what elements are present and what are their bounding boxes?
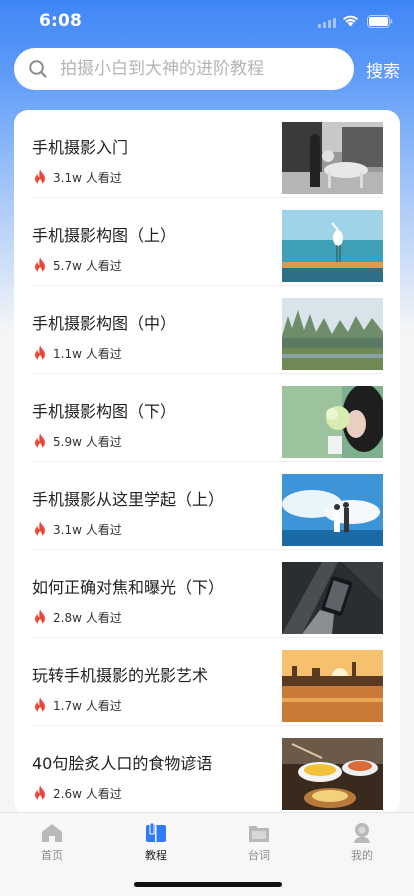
search-icon bbox=[29, 60, 47, 78]
search-box[interactable] bbox=[14, 48, 354, 90]
item-title: 手机摄影构图（上） bbox=[32, 226, 177, 245]
status-bar: 6:08 bbox=[0, 0, 414, 44]
battery-icon bbox=[367, 15, 393, 28]
list-item[interactable]: 手机摄影构图（中） 1.1w 人看过 bbox=[14, 286, 400, 374]
view-count: 3.1w 人看过 bbox=[53, 523, 122, 537]
view-count: 2.6w 人看过 bbox=[53, 787, 122, 801]
folder-icon bbox=[249, 826, 269, 842]
list-item[interactable]: 如何正确对焦和曝光（下） 2.8w 人看过 bbox=[14, 550, 400, 638]
thumbnail-image bbox=[282, 122, 383, 194]
book-icon bbox=[146, 822, 166, 842]
view-count: 1.7w 人看过 bbox=[53, 699, 122, 713]
item-title: 手机摄影构图（中） bbox=[32, 314, 177, 333]
fire-icon bbox=[35, 169, 45, 185]
fire-icon bbox=[35, 697, 45, 713]
thumbnail-image bbox=[282, 298, 383, 370]
list-item[interactable]: 手机摄影构图（上） 5.7w 人看过 bbox=[14, 198, 400, 286]
fire-icon bbox=[35, 345, 45, 361]
item-title: 40句脍炙人口的食物谚语 bbox=[32, 754, 213, 773]
tab-home[interactable]: 首页 bbox=[0, 813, 104, 863]
item-title: 手机摄影从这里学起（上） bbox=[32, 490, 225, 509]
fire-icon bbox=[35, 521, 45, 537]
thumbnail-image bbox=[282, 474, 383, 546]
profile-icon bbox=[354, 823, 370, 843]
list-item[interactable]: 40句脍炙人口的食物谚语 2.6w 人看过 bbox=[14, 726, 400, 814]
fire-icon bbox=[35, 785, 45, 801]
tab-label: 我的 bbox=[351, 849, 373, 862]
search-bar: 搜索 bbox=[0, 48, 414, 90]
list-item[interactable]: 手机摄影从这里学起（上） 3.1w 人看过 bbox=[14, 462, 400, 550]
tab-label: 教程 bbox=[145, 849, 167, 862]
tab-profile[interactable]: 我的 bbox=[310, 813, 414, 863]
tab-lines[interactable]: 台词 bbox=[207, 813, 311, 863]
status-time: 6:08 bbox=[39, 11, 83, 31]
list-item[interactable]: 手机摄影入门 3.1w 人看过 bbox=[14, 110, 400, 198]
search-input[interactable] bbox=[60, 48, 345, 90]
home-indicator bbox=[134, 882, 282, 887]
item-title: 玩转手机摄影的光影艺术 bbox=[32, 666, 209, 685]
item-title: 手机摄影构图（下） bbox=[32, 402, 177, 421]
thumbnail-image bbox=[282, 210, 383, 282]
view-count: 2.8w 人看过 bbox=[53, 611, 122, 625]
fire-icon bbox=[35, 433, 45, 449]
search-button[interactable]: 搜索 bbox=[366, 57, 400, 82]
list-item[interactable]: 玩转手机摄影的光影艺术 1.7w 人看过 bbox=[14, 638, 400, 726]
tab-tutorial[interactable]: 教程 bbox=[104, 813, 208, 863]
cellular-signal-icon bbox=[318, 18, 336, 28]
item-title: 如何正确对焦和曝光（下） bbox=[32, 578, 225, 597]
view-count: 1.1w 人看过 bbox=[53, 347, 122, 361]
tab-label: 台词 bbox=[248, 849, 270, 862]
list-item[interactable]: 手机摄影构图（下） 5.9w 人看过 bbox=[14, 374, 400, 462]
thumbnail-image bbox=[282, 650, 383, 722]
view-count: 3.1w 人看过 bbox=[53, 171, 122, 185]
wifi-icon bbox=[343, 15, 358, 27]
thumbnail-image bbox=[282, 562, 383, 634]
view-count: 5.9w 人看过 bbox=[53, 435, 122, 449]
fire-icon bbox=[35, 609, 45, 625]
tab-label: 首页 bbox=[41, 849, 63, 862]
fire-icon bbox=[35, 257, 45, 273]
view-count: 5.7w 人看过 bbox=[53, 259, 122, 273]
thumbnail-image bbox=[282, 738, 383, 810]
thumbnail-image bbox=[282, 386, 383, 458]
item-title: 手机摄影入门 bbox=[32, 138, 129, 157]
tutorial-list: 手机摄影入门 3.1w 人看过 手机摄影构图（上） 5.7w 人看过 手机摄影构… bbox=[14, 110, 400, 815]
home-icon bbox=[42, 824, 62, 842]
